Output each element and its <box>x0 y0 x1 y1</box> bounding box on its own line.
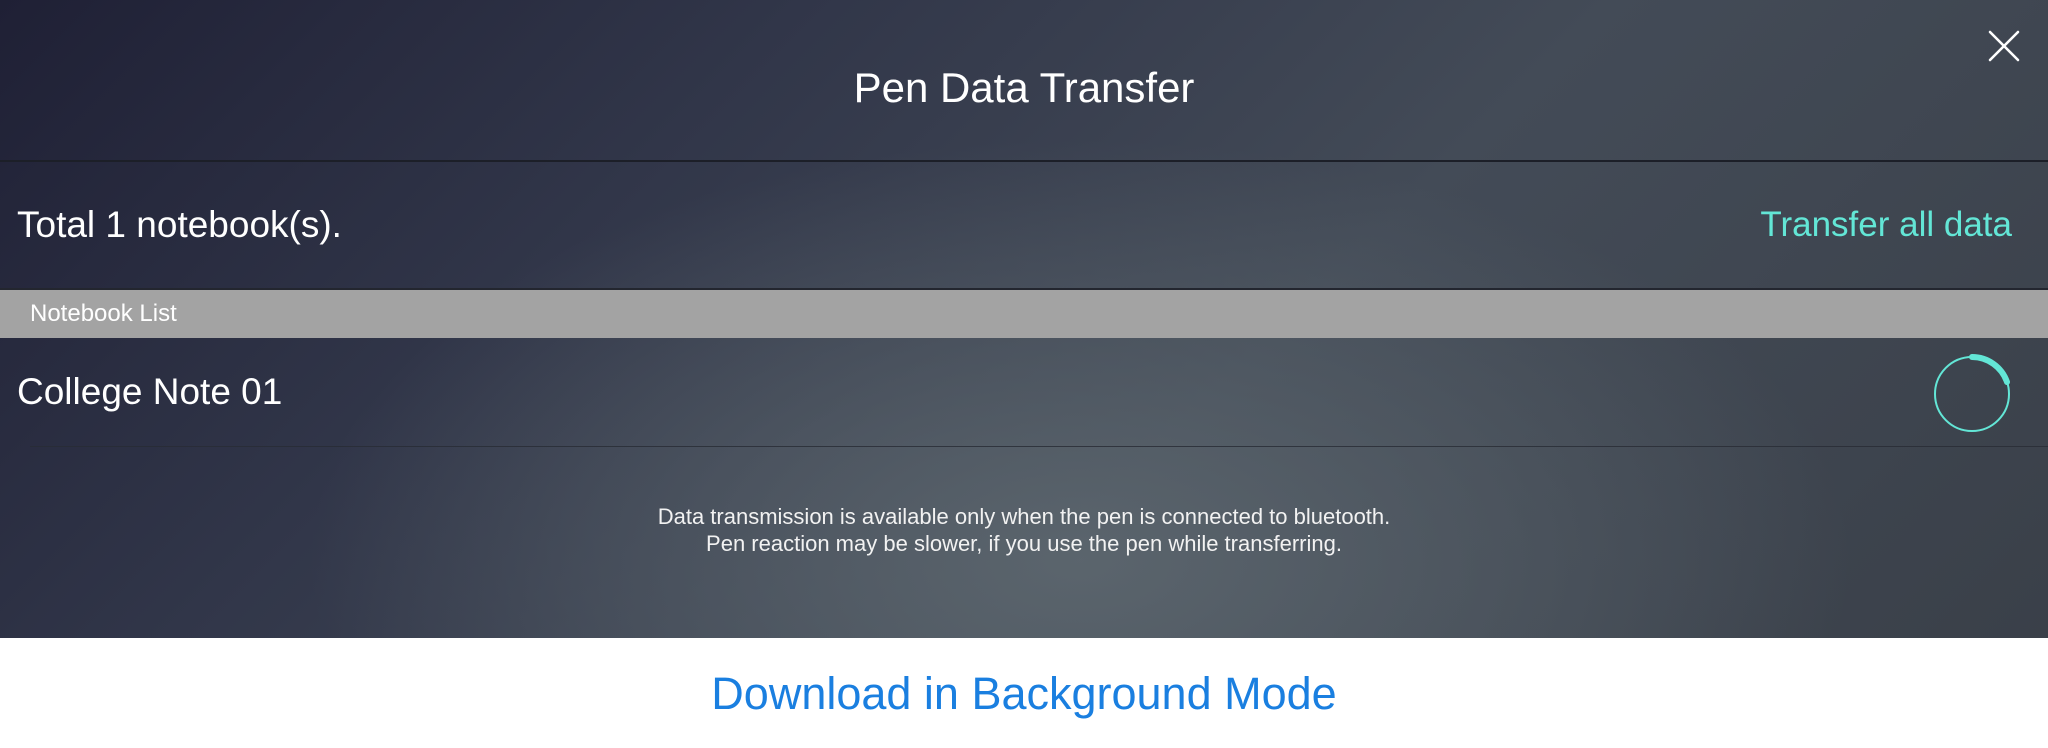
notice-line-1: Data transmission is available only when… <box>657 504 1391 529</box>
row-separator <box>30 446 2048 447</box>
notice-line-2: Pen reaction may be slower, if you use t… <box>706 531 1342 556</box>
bottom-action-bar: Download in Background Mode <box>0 638 2048 748</box>
list-item[interactable]: College Note 01 <box>0 338 2048 446</box>
summary-row: Total 1 notebook(s). Transfer all data <box>0 162 2048 288</box>
notebook-count-text: Total 1 notebook(s). <box>17 204 342 245</box>
close-icon <box>1988 30 2020 62</box>
transfer-all-button[interactable]: Transfer all data <box>1760 205 2012 245</box>
loading-spinner-icon <box>1932 354 2012 434</box>
section-label: Notebook List <box>30 300 177 327</box>
notebook-name: College Note 01 <box>17 371 283 412</box>
download-background-button[interactable]: Download in Background Mode <box>0 668 2048 720</box>
page-title: Pen Data Transfer <box>853 64 1195 111</box>
transfer-notice: Data transmission is available only when… <box>0 503 2048 557</box>
notebook-list-header: Notebook List <box>0 290 2048 338</box>
close-button[interactable] <box>1986 28 2022 64</box>
transfer-panel: Pen Data Transfer Total 1 notebook(s). T… <box>0 0 2048 638</box>
